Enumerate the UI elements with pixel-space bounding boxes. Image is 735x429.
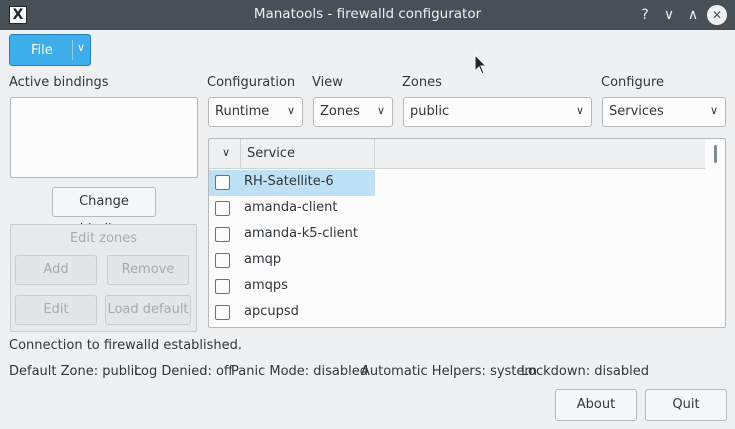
- row-service-name: amanda-client: [244, 200, 338, 215]
- view-label: View: [312, 75, 343, 90]
- row-service-name: amqps: [244, 278, 288, 293]
- row-checkbox[interactable]: [215, 279, 230, 294]
- configuration-select[interactable]: Runtime ∨: [208, 97, 303, 127]
- chevron-down-icon[interactable]: ∨: [77, 41, 85, 54]
- table-row[interactable]: amanda-client: [209, 196, 705, 222]
- title-bar: X Manatools - firewalld configurator ? ∨…: [0, 0, 735, 30]
- close-icon[interactable]: ✕: [707, 5, 727, 25]
- chevron-down-icon: ∨: [709, 104, 718, 117]
- view-select[interactable]: Zones ∨: [313, 97, 393, 127]
- row-checkbox[interactable]: [215, 305, 230, 320]
- file-menu-separator: [72, 40, 73, 60]
- zones-select[interactable]: public ∨: [403, 97, 592, 127]
- row-service-name: apcupsd: [244, 304, 299, 319]
- chevron-down-icon: ∨: [575, 104, 584, 117]
- chevron-down-icon: ∨: [376, 104, 385, 117]
- row-service-name: RH-Satellite-6: [244, 174, 334, 189]
- edit-zone-button[interactable]: Edit: [15, 295, 97, 325]
- about-button[interactable]: About: [555, 389, 637, 421]
- maximize-icon[interactable]: ∧: [683, 5, 703, 25]
- configure-select[interactable]: Services ∨: [602, 97, 726, 127]
- table-row[interactable]: amqp: [209, 248, 705, 274]
- chevron-down-icon: ∨: [222, 146, 231, 159]
- minimize-icon[interactable]: ∨: [659, 5, 679, 25]
- table-header: ∨ Service: [209, 139, 705, 169]
- table-row[interactable]: RH-Satellite-6: [209, 170, 705, 196]
- edit-zones-title: Edit zones: [69, 231, 138, 246]
- table-row[interactable]: amanda-k5-client: [209, 222, 705, 248]
- row-service-name: amanda-k5-client: [244, 226, 358, 241]
- row-service-name: amqp: [244, 252, 282, 267]
- view-value: Zones: [320, 104, 360, 119]
- active-bindings-label: Active bindings: [9, 75, 109, 90]
- row-checkbox[interactable]: [215, 201, 230, 216]
- configuration-label: Configuration: [207, 75, 296, 90]
- services-table[interactable]: ∨ Service RH-Satellite-6 amanda-client a…: [208, 138, 726, 328]
- zones-value: public: [410, 104, 450, 119]
- lockdown-status: Lockdown: disabled: [521, 364, 649, 379]
- row-checkbox[interactable]: [215, 227, 230, 242]
- zones-label: Zones: [402, 75, 442, 90]
- load-default-button[interactable]: Load default: [105, 295, 191, 325]
- window-title: Manatools - firewalld configurator: [253, 6, 482, 22]
- configure-value: Services: [609, 104, 664, 119]
- log-denied-status: Log Denied: off: [134, 364, 233, 379]
- configure-label: Configure: [601, 75, 665, 90]
- add-zone-button[interactable]: Add: [15, 255, 97, 285]
- file-menu-label: File: [31, 43, 53, 58]
- table-row[interactable]: amqps: [209, 274, 705, 300]
- mouse-cursor-icon: [474, 54, 488, 75]
- chevron-down-icon: ∨: [286, 104, 295, 117]
- header-check-column[interactable]: ∨: [209, 139, 241, 169]
- file-menu-button[interactable]: File ∨: [9, 34, 91, 66]
- table-scrollbar[interactable]: [714, 145, 717, 163]
- row-checkbox[interactable]: [215, 253, 230, 268]
- automatic-helpers-status: Automatic Helpers: system: [361, 364, 538, 379]
- row-checkbox[interactable]: [215, 175, 230, 190]
- remove-zone-button[interactable]: Remove: [107, 255, 189, 285]
- header-service-label: Service: [247, 146, 296, 161]
- connection-status: Connection to firewalld established.: [9, 338, 243, 353]
- help-icon[interactable]: ?: [635, 5, 655, 25]
- default-zone-status: Default Zone: public: [9, 364, 142, 379]
- panic-mode-status: Panic Mode: disabled: [231, 364, 369, 379]
- active-bindings-list[interactable]: [10, 97, 198, 178]
- table-row[interactable]: apcupsd: [209, 300, 705, 326]
- change-binding-button[interactable]: Change binding: [52, 187, 156, 237]
- quit-button[interactable]: Quit: [645, 389, 727, 421]
- configuration-value: Runtime: [215, 104, 270, 119]
- header-service-column[interactable]: Service: [241, 139, 375, 169]
